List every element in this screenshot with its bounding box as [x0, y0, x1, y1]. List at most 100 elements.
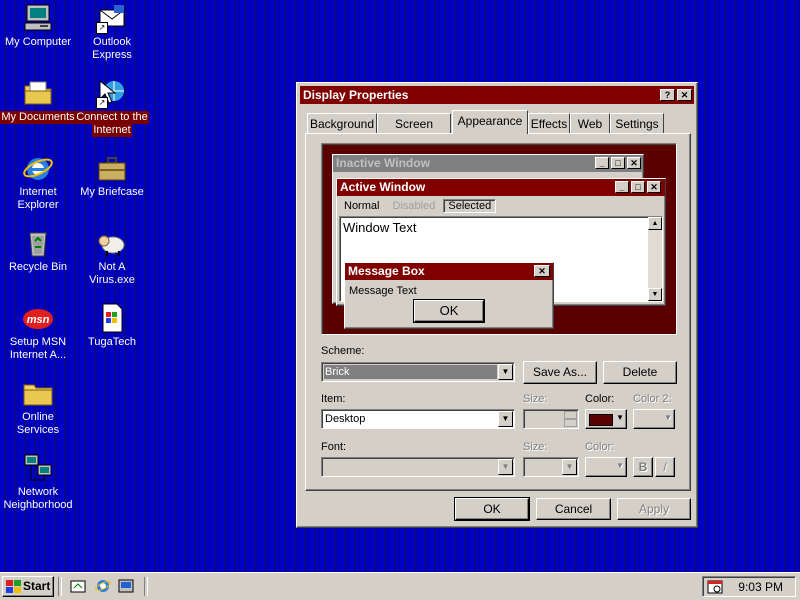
- desktop-icon-network-neighborhood[interactable]: Network Neighborhood: [0, 452, 76, 512]
- start-label: Start: [23, 579, 51, 593]
- taskbar: Start 9:03 PM: [0, 572, 800, 600]
- item-color-label: Color:: [585, 393, 615, 405]
- start-button[interactable]: Start: [2, 576, 54, 597]
- inactive-window-title: Inactive Window: [336, 156, 430, 170]
- svg-text:msn: msn: [27, 314, 50, 326]
- desktop-icon-my-briefcase[interactable]: My Briefcase: [74, 152, 150, 199]
- preview-menu-bar: Normal Disabled Selected: [339, 198, 497, 214]
- inactive-titlebar: Inactive Window _ □ ✕: [333, 155, 643, 172]
- shortcut-arrow-icon: ↗: [96, 22, 108, 34]
- desktop-icon-outlook-express[interactable]: ↗ Outlook Express: [74, 2, 150, 62]
- tab-background[interactable]: Background: [307, 113, 377, 133]
- desktop-icon-label: Connect to the: [75, 111, 149, 124]
- item-size-spinner: [523, 409, 579, 429]
- active-window-title: Active Window: [340, 180, 426, 194]
- help-button[interactable]: ?: [660, 89, 675, 101]
- chevron-down-icon: ▼: [616, 413, 624, 422]
- desktop-icon-connect-internet[interactable]: ↗ Connect to the Internet: [74, 77, 150, 137]
- font-dropdown: ▼: [321, 457, 515, 477]
- chevron-down-icon: ▼: [664, 413, 672, 422]
- desktop-icon-label: Internet: [19, 186, 57, 198]
- desktop-icon-label: TugaTech: [88, 336, 136, 348]
- font-color-picker: ▼: [585, 457, 627, 477]
- spinner-down-icon: [564, 419, 577, 427]
- clock[interactable]: 9:03 PM: [738, 580, 783, 594]
- folder-icon: [22, 377, 54, 409]
- save-as-button[interactable]: Save As...: [523, 361, 597, 384]
- cancel-button[interactable]: Cancel: [536, 498, 611, 520]
- window-text: Window Text: [343, 220, 417, 235]
- desktop-icon-my-documents[interactable]: My Documents: [0, 77, 76, 124]
- ok-button[interactable]: OK: [454, 497, 530, 521]
- desktop-icon-label-line2: Neighborhood: [3, 499, 73, 511]
- chevron-down-icon: ▼: [498, 459, 513, 475]
- font-size-dropdown: ▼: [523, 457, 579, 477]
- chevron-down-icon: ▼: [562, 459, 577, 475]
- message-box-titlebar: Message Box ✕: [345, 263, 553, 280]
- font-color-label: Color:: [585, 441, 615, 453]
- color-swatch: [589, 414, 613, 426]
- desktop-icon-recycle-bin[interactable]: Recycle Bin: [0, 227, 76, 274]
- desktop-icon-not-a-virus[interactable]: Not A Virus.exe: [74, 227, 150, 287]
- menu-disabled: Disabled: [392, 200, 436, 212]
- desktop-icon-label: My Documents: [0, 111, 76, 124]
- internet-explorer-icon: [22, 152, 54, 184]
- tab-screen-saver[interactable]: Screen Saver: [377, 113, 451, 151]
- item-color2-label: Color 2:: [633, 393, 672, 405]
- desktop-icon-tugatech[interactable]: TugaTech: [74, 302, 150, 349]
- menu-selected: Selected: [443, 199, 497, 213]
- item-value: Desktop: [325, 413, 366, 425]
- chevron-down-icon[interactable]: ▼: [498, 364, 513, 380]
- system-tray: 9:03 PM: [702, 576, 796, 597]
- tab-appearance[interactable]: Appearance: [452, 110, 528, 134]
- item-dropdown[interactable]: Desktop ▼: [321, 409, 515, 429]
- scheduler-icon[interactable]: [707, 579, 723, 595]
- desktop-icon-label: My Computer: [4, 36, 72, 48]
- desktop-icon-my-computer[interactable]: My Computer: [0, 2, 76, 49]
- chevron-down-icon[interactable]: ▼: [498, 411, 513, 427]
- connect-internet-icon: ↗: [96, 77, 128, 109]
- preview-message-box[interactable]: Message Box ✕ Message Text OK: [344, 262, 554, 329]
- item-color-picker[interactable]: ▼: [585, 409, 627, 429]
- computer-icon: [22, 2, 54, 34]
- tab-settings[interactable]: Settings: [610, 113, 664, 133]
- font-size-label: Size:: [523, 441, 548, 453]
- item-label: Item:: [321, 393, 346, 405]
- desktop-icon-internet-explorer[interactable]: Internet Explorer: [0, 152, 76, 212]
- spinner-up-icon: [564, 411, 577, 419]
- message-text: Message Text: [349, 285, 417, 297]
- windows-logo-icon: [6, 580, 21, 593]
- network-icon: [22, 452, 54, 484]
- maximize-icon: □: [631, 181, 645, 193]
- scheme-dropdown[interactable]: Brick ▼: [321, 362, 515, 382]
- scheme-value: Brick: [324, 365, 497, 379]
- quick-launch-channels-icon[interactable]: [118, 578, 134, 594]
- appearance-preview[interactable]: Inactive Window _ □ ✕ Active Window _ □ …: [321, 143, 677, 335]
- dialog-title: Display Properties: [303, 88, 409, 102]
- outlook-express-icon: ↗: [96, 2, 128, 34]
- message-ok-button[interactable]: OK: [413, 299, 485, 323]
- close-icon: ✕: [534, 265, 550, 277]
- dialog-titlebar[interactable]: Display Properties ? ✕: [300, 86, 694, 104]
- quick-launch-show-desktop-icon[interactable]: [70, 578, 86, 594]
- minimize-icon: _: [595, 157, 609, 169]
- document-icon: [96, 302, 128, 334]
- desktop-icon-label: Setup MSN: [9, 336, 67, 348]
- maximize-icon: □: [611, 157, 625, 169]
- desktop-icon-label: Online: [22, 411, 54, 423]
- msn-icon: msn: [22, 302, 54, 334]
- scroll-down-icon: ▼: [648, 288, 662, 301]
- tab-effects[interactable]: Effects: [528, 113, 570, 133]
- tab-web[interactable]: Web: [570, 113, 610, 133]
- desktop-icon-online-services[interactable]: Online Services: [0, 377, 76, 437]
- close-button[interactable]: ✕: [677, 89, 692, 101]
- close-icon: ✕: [647, 181, 661, 193]
- display-properties-dialog: Display Properties ? ✕ Background Screen…: [296, 82, 698, 528]
- desktop-icon-setup-msn[interactable]: msn Setup MSN Internet A...: [0, 302, 76, 362]
- delete-button[interactable]: Delete: [603, 361, 677, 384]
- item-size-label: Size:: [523, 393, 548, 405]
- quick-launch-ie-icon[interactable]: [95, 578, 111, 594]
- desktop-icon-label: Not A: [98, 261, 126, 273]
- scheme-label: Scheme:: [321, 345, 365, 357]
- close-icon: ✕: [627, 157, 641, 169]
